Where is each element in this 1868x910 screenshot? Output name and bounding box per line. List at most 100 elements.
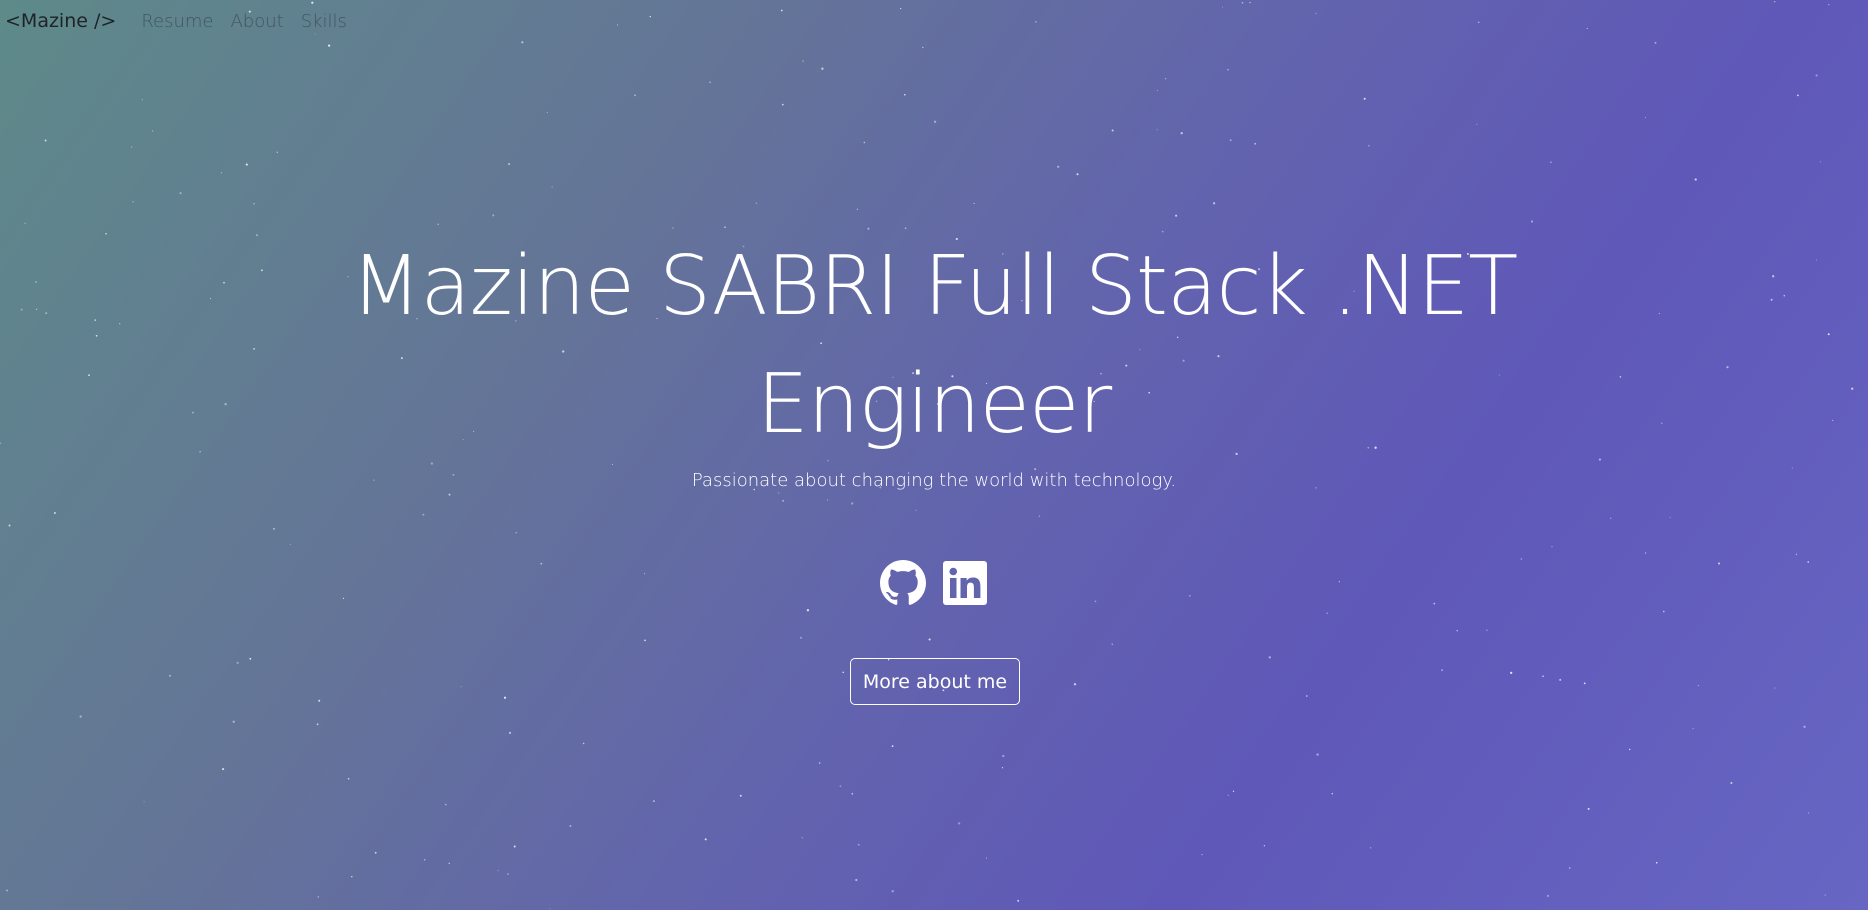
star — [801, 837, 803, 839]
star — [1803, 725, 1806, 728]
star — [755, 202, 758, 204]
star — [53, 512, 56, 514]
star — [1326, 612, 1328, 614]
star — [1828, 4, 1830, 6]
star — [806, 609, 810, 612]
star — [327, 44, 331, 47]
star — [973, 202, 975, 204]
star — [1363, 97, 1366, 100]
star — [1076, 173, 1079, 176]
star — [1254, 142, 1257, 145]
star — [851, 502, 854, 505]
star — [232, 720, 235, 723]
github-link[interactable] — [880, 560, 926, 606]
star — [1002, 754, 1005, 758]
star — [1772, 275, 1775, 278]
star — [131, 146, 133, 148]
star — [422, 513, 425, 516]
star — [423, 859, 426, 861]
star — [1820, 161, 1822, 163]
star — [891, 890, 894, 893]
star — [6, 889, 8, 892]
star — [1268, 656, 1271, 659]
star — [1832, 419, 1834, 421]
star — [915, 509, 917, 511]
star — [1316, 753, 1319, 756]
star — [652, 800, 655, 803]
star — [900, 7, 902, 10]
star — [316, 723, 319, 726]
star — [1669, 516, 1671, 518]
star — [1645, 552, 1647, 554]
star — [1331, 792, 1334, 795]
star — [1227, 68, 1229, 71]
star — [704, 838, 707, 841]
top-navbar: <Mazine /> Resume About Skills — [0, 0, 364, 42]
star — [236, 661, 239, 665]
star — [508, 731, 512, 734]
star — [1770, 298, 1773, 301]
star — [821, 67, 824, 70]
star — [1587, 807, 1590, 810]
star — [220, 172, 223, 174]
star — [444, 803, 447, 806]
star — [448, 493, 451, 496]
star — [276, 151, 278, 153]
star — [1035, 21, 1037, 23]
star — [1057, 165, 1060, 168]
star — [1773, 0, 1776, 3]
star — [933, 120, 937, 123]
star — [1073, 683, 1077, 686]
nav-link-resume[interactable]: Resume — [141, 11, 213, 32]
star — [1694, 178, 1697, 181]
star — [289, 543, 291, 545]
star — [503, 696, 507, 699]
more-about-me-button[interactable]: More about me — [850, 658, 1020, 705]
star — [1815, 74, 1818, 77]
star — [1661, 422, 1663, 425]
star — [141, 99, 144, 101]
star — [94, 319, 96, 321]
star — [1774, 687, 1776, 689]
star — [1241, 1, 1244, 4]
star — [1783, 294, 1786, 297]
star — [778, 492, 780, 494]
star — [827, 499, 829, 501]
nav-link-skills[interactable]: Skills — [301, 11, 347, 32]
star — [35, 280, 37, 283]
star — [1441, 669, 1444, 672]
star — [1368, 145, 1370, 147]
star — [1655, 861, 1658, 864]
linkedin-icon — [943, 561, 987, 605]
star — [253, 202, 255, 205]
star — [191, 411, 194, 414]
star — [1586, 27, 1588, 29]
star — [582, 742, 585, 745]
linkedin-link[interactable] — [942, 560, 988, 606]
star — [1017, 899, 1020, 902]
star — [36, 308, 38, 310]
star — [1456, 630, 1458, 632]
star — [782, 499, 785, 502]
brand-logo[interactable]: <Mazine /> — [5, 10, 116, 32]
star — [132, 201, 134, 203]
star — [45, 312, 48, 315]
star — [521, 41, 524, 44]
star — [903, 93, 906, 96]
star — [551, 186, 553, 188]
star — [922, 46, 924, 49]
star — [985, 857, 988, 859]
star — [857, 843, 860, 846]
star — [1628, 748, 1631, 751]
star — [1610, 517, 1612, 519]
star — [1232, 790, 1235, 792]
star — [79, 715, 82, 718]
star — [616, 24, 619, 26]
star — [1180, 132, 1183, 135]
hero-title: Mazine SABRI Full Stack .NET Engineer — [350, 239, 1519, 452]
nav-link-about[interactable]: About — [230, 11, 283, 32]
star — [515, 532, 517, 534]
star — [1370, 847, 1372, 849]
star — [199, 450, 201, 453]
star — [1201, 854, 1203, 856]
